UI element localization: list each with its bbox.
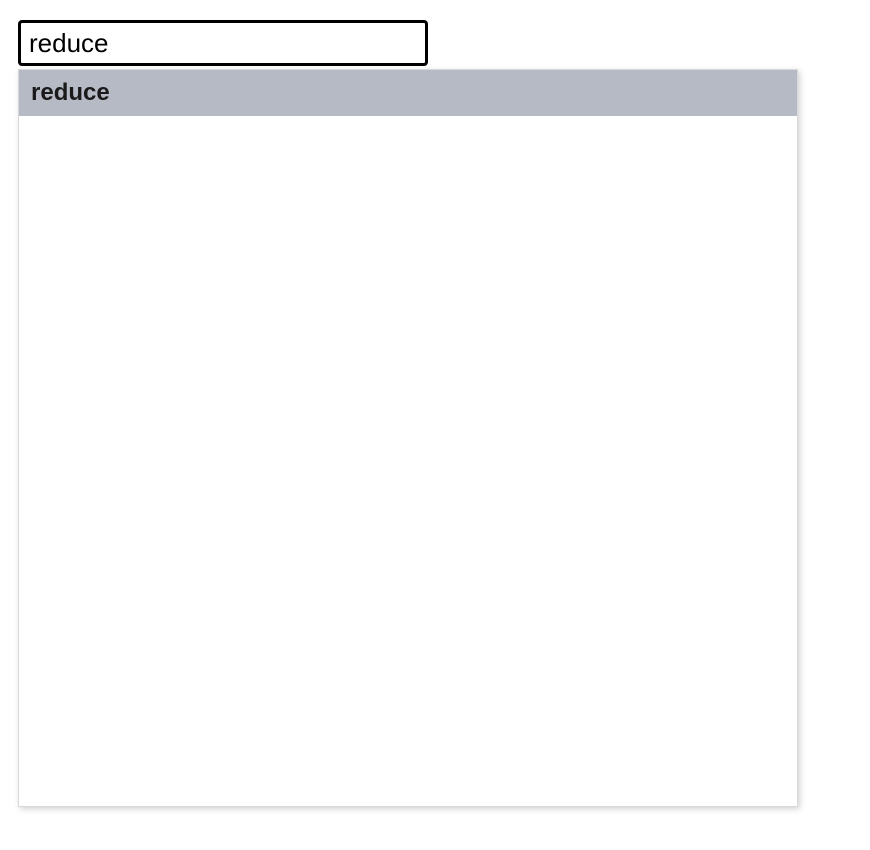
search-container	[18, 20, 428, 66]
suggestion-label: reduce	[31, 79, 110, 107]
autocomplete-dropdown: reduce	[18, 69, 798, 807]
search-input[interactable]	[18, 20, 428, 66]
suggestion-item[interactable]: reduce	[19, 70, 797, 116]
